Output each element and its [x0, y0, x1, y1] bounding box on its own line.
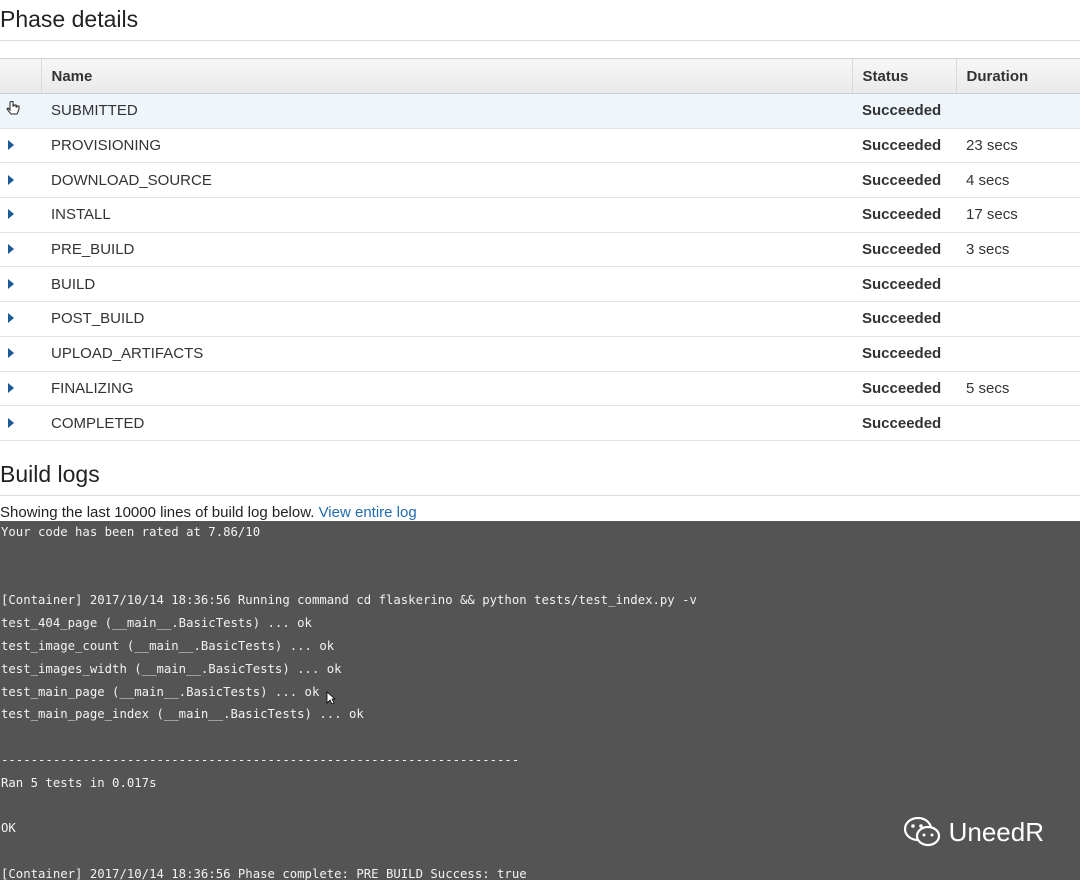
log-line: Ran 5 tests in 0.017s [1, 775, 157, 790]
phase-status: Succeeded [852, 162, 956, 199]
duration-column-header[interactable]: Duration [955, 58, 1080, 94]
phase-status: Succeeded [852, 336, 956, 372]
watermark-text: UneedR [948, 816, 1044, 847]
caret-right-icon [8, 278, 14, 289]
phase-name: FINALIZING [41, 371, 852, 407]
phase-row-finalizing[interactable]: FINALIZING Succeeded 5 secs [0, 371, 1080, 407]
phase-name: POST_BUILD [41, 301, 852, 337]
expand-toggle[interactable] [0, 162, 41, 199]
phase-row-provisioning[interactable]: PROVISIONING Succeeded 23 secs [0, 128, 1080, 164]
phase-row-download-source[interactable]: DOWNLOAD_SOURCE Succeeded 4 secs [0, 162, 1080, 199]
status-column-header[interactable]: Status [851, 58, 956, 94]
phase-duration [956, 266, 1080, 303]
caret-right-icon [8, 140, 14, 151]
phase-status: Succeeded [852, 405, 956, 441]
phase-duration: 4 secs [956, 162, 1080, 199]
expand-toggle[interactable] [0, 197, 41, 233]
phase-name: PRE_BUILD [41, 232, 852, 268]
phase-status: Succeeded [852, 128, 956, 164]
phase-status: Succeeded [852, 93, 956, 129]
view-entire-log-link[interactable]: View entire log [319, 504, 417, 521]
wechat-icon [903, 816, 940, 847]
phase-duration: 3 secs [956, 232, 1080, 268]
phase-status: Succeeded [852, 197, 956, 233]
phase-row-install[interactable]: INSTALL Succeeded 17 secs [0, 197, 1080, 233]
phase-duration [956, 405, 1080, 441]
phase-name: DOWNLOAD_SOURCE [41, 162, 852, 199]
log-line: Your code has been rated at 7.86/10 [1, 525, 261, 539]
expand-toggle[interactable] [0, 336, 41, 372]
caret-right-icon [8, 382, 14, 393]
phase-table-header: Name Status Duration [0, 58, 1080, 94]
phase-duration: 17 secs [956, 197, 1080, 233]
expand-toggle[interactable] [0, 232, 41, 268]
expand-column-header [0, 58, 41, 94]
log-caption-text: Showing the last 10000 lines of build lo… [0, 503, 315, 521]
expand-toggle[interactable] [0, 128, 41, 164]
phase-row-upload-artifacts[interactable]: UPLOAD_ARTIFACTS Succeeded [0, 336, 1080, 372]
caret-right-icon [8, 348, 14, 359]
mouse-pointer-icon [326, 691, 336, 705]
phase-name: COMPLETED [41, 405, 852, 441]
phase-details-title: Phase details [0, 0, 1080, 41]
build-logs-title: Build logs [0, 455, 1080, 496]
expand-toggle[interactable] [0, 405, 41, 441]
phase-row-completed[interactable]: COMPLETED Succeeded [0, 405, 1080, 441]
log-line: [Container] 2017/10/14 18:36:56 Phase co… [1, 866, 527, 880]
caret-right-icon [8, 244, 14, 255]
phase-row-post-build[interactable]: POST_BUILD Succeeded [0, 301, 1080, 337]
hand-cursor-icon [6, 100, 20, 117]
page: Phase details Name Status Duration SUBMI… [0, 0, 1080, 880]
log-line: test_images_width (__main__.BasicTests) … [1, 661, 342, 676]
log-line: ----------------------------------------… [1, 752, 520, 767]
phase-status: Succeeded [852, 301, 956, 337]
log-line: test_image_count (__main__.BasicTests) .… [1, 638, 335, 653]
expand-toggle[interactable] [0, 301, 41, 337]
phase-name: BUILD [41, 266, 852, 303]
phase-duration: 23 secs [956, 128, 1080, 164]
phase-duration: 5 secs [956, 371, 1080, 407]
phase-status: Succeeded [852, 371, 956, 407]
phase-row-submitted[interactable]: SUBMITTED Succeeded [0, 93, 1080, 129]
log-caption: Showing the last 10000 lines of build lo… [0, 496, 1080, 522]
phase-duration [956, 301, 1080, 337]
phase-name: INSTALL [41, 197, 852, 233]
name-column-header[interactable]: Name [40, 58, 852, 94]
phase-name: SUBMITTED [41, 93, 852, 129]
caret-right-icon [8, 417, 14, 428]
phase-status: Succeeded [852, 266, 956, 303]
caret-right-icon [8, 313, 14, 324]
expand-toggle[interactable] [0, 371, 41, 407]
phase-table: Name Status Duration SUBMITTED Succeeded… [0, 58, 1080, 441]
phase-row-build[interactable]: BUILD Succeeded [0, 266, 1080, 303]
phase-duration [956, 336, 1080, 372]
phase-name: UPLOAD_ARTIFACTS [41, 336, 852, 372]
watermark: UneedR [903, 816, 1044, 848]
expand-toggle[interactable] [0, 266, 41, 303]
caret-right-icon [8, 209, 14, 220]
log-line: [Container] 2017/10/14 18:36:56 Running … [1, 593, 697, 608]
log-line: test_main_page_index (__main__.BasicTest… [1, 707, 364, 722]
expand-toggle[interactable] [0, 93, 41, 129]
phase-row-pre-build[interactable]: PRE_BUILD Succeeded 3 secs [0, 232, 1080, 268]
phase-status: Succeeded [852, 232, 956, 268]
caret-right-icon [8, 174, 14, 185]
log-line: test_main_page (__main__.BasicTests) ...… [1, 684, 320, 699]
log-line: test_404_page (__main__.BasicTests) ... … [1, 616, 312, 631]
phase-duration [956, 93, 1080, 129]
phase-name: PROVISIONING [41, 128, 852, 164]
